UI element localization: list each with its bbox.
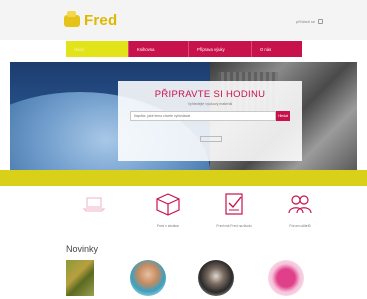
nav-item-label: Úvod [74,47,84,52]
nav-item-uvod[interactable]: Úvod [66,41,129,57]
news-heading: Novinky [66,244,99,254]
hero-banner: PŘIPRAVTE SI HODINU Vyhledejte výukový m… [10,62,357,170]
users-icon [288,195,312,214]
features: Fred v zkratce Fred má Fred na školu Fór… [70,192,330,234]
nav-item-o-nas[interactable]: O nás [252,41,302,57]
laptop-icon [82,197,106,212]
logo[interactable]: Fred [64,10,118,29]
feature-label: Fórum učitelů [289,224,311,228]
nav-item-priprava[interactable]: Příprava výuky [189,41,252,57]
news-thumbnail[interactable] [66,260,94,296]
lock-icon [318,19,324,24]
feature-label: Fred má Fred na školu [216,224,252,228]
feature-forum[interactable]: Fórum učitelů [276,192,324,228]
main-nav: Úvod Knihovna Příprava výuky O nás [66,41,302,57]
login-link-label: přihlásit se [296,19,316,24]
logo-mark-icon [64,10,80,27]
page: Fred přihlásit se Úvod Knihovna Příprava… [0,0,367,299]
search-card: PŘIPRAVTE SI HODINU Vyhledejte výukový m… [118,81,302,161]
hero-link-button[interactable] [200,136,222,142]
nav-item-label: Knihovna [137,47,155,52]
nav-item-label: O nás [260,47,272,52]
search-row: Hledat [130,111,290,121]
feature-fred-na-skolu[interactable]: Fred má Fred na školu [210,192,258,228]
news-list [66,258,306,299]
login-link[interactable]: přihlásit se [296,19,324,24]
feature-fred-v-zkratce[interactable]: Fred v zkratce [144,192,192,228]
feature-laptop[interactable] [70,192,118,224]
info-strip [0,170,367,186]
hero-subtitle: Vyhledejte výukový materiál [187,102,233,106]
hero-title: PŘIPRAVTE SI HODINU [154,89,266,100]
news-thumbnail[interactable] [198,260,234,296]
news-thumbnail[interactable] [268,260,304,296]
cube-icon [156,193,180,216]
news-thumbnail[interactable] [130,260,166,296]
header: Fred přihlásit se [0,0,367,40]
nav-item-label: Příprava výuky [197,47,225,52]
nav-item-knihovna[interactable]: Knihovna [129,41,189,57]
search-input[interactable] [130,111,276,121]
feature-label: Fred v zkratce [156,224,180,228]
search-button[interactable]: Hledat [276,111,290,121]
checklist-icon [225,193,243,215]
logo-text: Fred [84,12,118,29]
